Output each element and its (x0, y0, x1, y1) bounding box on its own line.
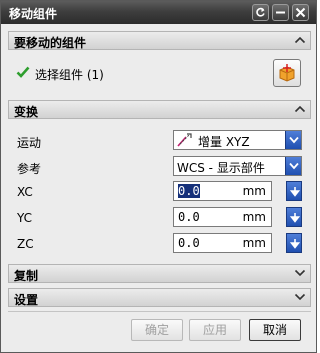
motion-label: 运动 (17, 136, 42, 150)
xc-label: XC (17, 185, 33, 199)
arrow-down-icon (290, 239, 300, 249)
select-component-button[interactable] (273, 59, 301, 87)
motion-select[interactable]: 增量 XYZ (173, 130, 302, 150)
chevron-down-icon (289, 136, 299, 144)
section-components-label: 要移动的组件 (14, 36, 87, 50)
reset-button[interactable] (252, 4, 269, 21)
chevron-up-icon (294, 105, 306, 113)
section-transform-label: 变换 (14, 105, 39, 119)
cancel-button[interactable]: 取消 (249, 319, 301, 341)
section-settings-label: 设置 (14, 293, 39, 307)
ok-button[interactable]: 确定 (131, 319, 183, 341)
yc-options-button[interactable] (286, 207, 302, 227)
reference-dropdown-button[interactable] (285, 157, 301, 175)
title-bar: 移动组件 (1, 1, 316, 24)
yc-value: 0.0 (178, 210, 200, 224)
xc-options-button[interactable] (286, 181, 302, 201)
yc-unit: mm (242, 210, 266, 224)
reference-select[interactable]: WCS - 显示部件 (173, 156, 302, 176)
section-settings-header[interactable]: 设置 (8, 288, 311, 307)
reset-icon (256, 7, 265, 17)
reference-label: 参考 (17, 162, 42, 176)
xc-value: 0.0 (178, 184, 200, 198)
yc-label: YC (17, 211, 33, 225)
yc-input[interactable]: 0.0 mm (173, 207, 272, 227)
reference-value: WCS - 显示部件 (177, 161, 265, 175)
check-icon (16, 66, 30, 78)
zc-input[interactable]: 0.0 mm (173, 233, 272, 253)
arrow-down-icon (290, 187, 300, 197)
close-button[interactable] (292, 4, 309, 21)
minimize-button[interactable] (272, 4, 289, 21)
section-copy-header[interactable]: 复制 (8, 264, 311, 283)
xc-input[interactable]: 0.0 mm (173, 181, 272, 201)
component-cube-icon (279, 64, 295, 82)
zc-value: 0.0 (178, 236, 200, 250)
move-component-dialog: 移动组件 要移动的组件 选择组件 (1) 变换 运动 增量 XYZ 参考 WCS… (0, 0, 317, 353)
motion-dropdown-button[interactable] (285, 131, 301, 149)
footer-divider (8, 311, 311, 312)
motion-value: 增量 XYZ (198, 135, 250, 149)
arrow-down-icon (290, 213, 300, 223)
apply-button[interactable]: 应用 (189, 319, 241, 341)
chevron-down-icon (294, 269, 306, 277)
zc-label: ZC (17, 237, 34, 251)
close-icon (295, 7, 306, 18)
select-component-label: 选择组件 (1) (35, 68, 104, 82)
zc-unit: mm (242, 236, 266, 250)
delta-xyz-icon (177, 133, 192, 147)
chevron-down-icon (294, 293, 306, 301)
minimize-icon (276, 11, 285, 14)
section-transform-header[interactable]: 变换 (8, 100, 311, 119)
zc-options-button[interactable] (286, 233, 302, 253)
dialog-title: 移动组件 (9, 7, 58, 21)
chevron-down-icon (289, 162, 299, 170)
section-copy-label: 复制 (14, 269, 39, 283)
xc-unit: mm (242, 184, 266, 198)
section-components-header[interactable]: 要移动的组件 (8, 31, 311, 50)
chevron-up-icon (294, 36, 306, 44)
